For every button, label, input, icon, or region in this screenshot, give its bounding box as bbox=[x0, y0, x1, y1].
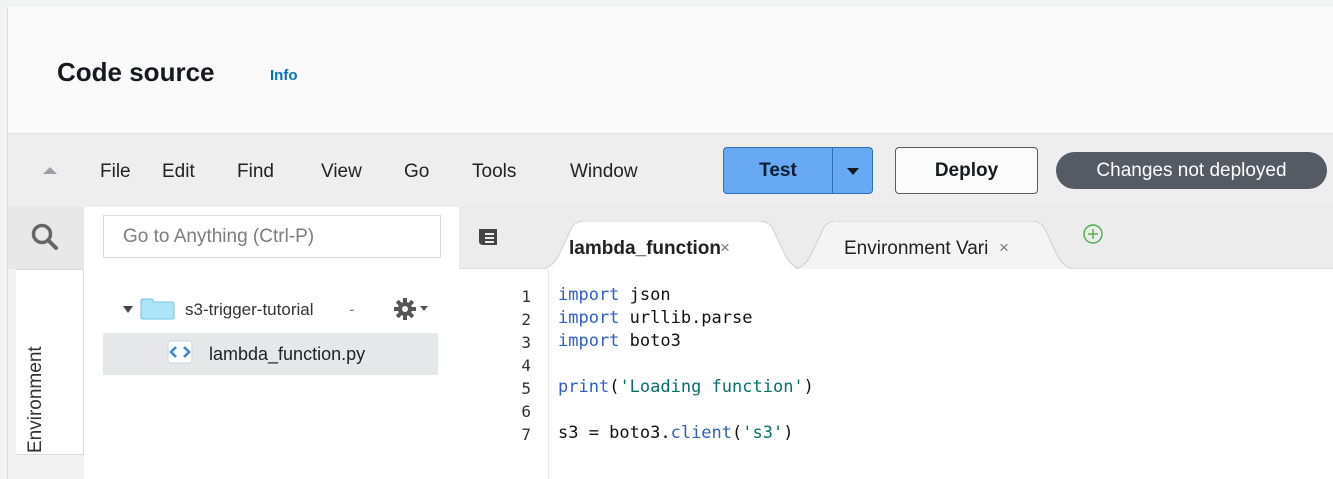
code-function: client bbox=[670, 423, 733, 443]
line-number: 4 bbox=[521, 356, 531, 375]
code-text: json bbox=[619, 285, 671, 305]
close-icon[interactable]: × bbox=[720, 238, 730, 258]
code-line: import urllib.parse bbox=[558, 308, 752, 328]
tab-environment-variables[interactable]: Environment Vari × bbox=[789, 221, 1079, 270]
line-number: 3 bbox=[521, 333, 531, 352]
menu-edit[interactable]: Edit bbox=[162, 161, 195, 183]
panel-header: Code source Info bbox=[8, 7, 1333, 133]
python-file-icon bbox=[167, 340, 193, 364]
code-keyword: import bbox=[558, 331, 620, 351]
code-string: 'Loading function' bbox=[619, 377, 804, 397]
gear-icon[interactable] bbox=[393, 297, 417, 321]
code-text: ( bbox=[732, 423, 743, 443]
code-function: print bbox=[558, 377, 610, 397]
line-number: 6 bbox=[521, 402, 531, 421]
test-button-divider bbox=[832, 148, 833, 193]
menu-find[interactable]: Find bbox=[237, 161, 274, 183]
line-number: 5 bbox=[521, 379, 531, 398]
tabs-menu-icon[interactable] bbox=[477, 227, 499, 247]
menu-view[interactable]: View bbox=[321, 161, 362, 183]
status-badge: Changes not deployed bbox=[1056, 152, 1327, 189]
code-text: s3 = boto3. bbox=[558, 423, 671, 443]
line-number-gutter: 1 2 3 4 5 6 7 bbox=[459, 269, 549, 479]
collapse-icon[interactable] bbox=[43, 167, 57, 174]
environment-tab-label: Environment bbox=[25, 346, 46, 453]
search-icon[interactable] bbox=[30, 222, 60, 252]
info-link[interactable]: Info bbox=[270, 67, 298, 84]
code-line: import json bbox=[558, 285, 671, 305]
line-number: 2 bbox=[521, 310, 531, 329]
folder-icon bbox=[140, 298, 175, 320]
line-number: 1 bbox=[521, 287, 531, 306]
file-name: lambda_function.py bbox=[209, 344, 366, 364]
folder-row[interactable]: s3-trigger-tutorial - bbox=[103, 289, 438, 331]
menu-go[interactable]: Go bbox=[404, 161, 429, 183]
left-toolbar: Environment bbox=[8, 207, 84, 479]
go-to-anything-input[interactable] bbox=[103, 215, 441, 258]
code-keyword: import bbox=[558, 308, 620, 328]
deploy-button[interactable]: Deploy bbox=[895, 147, 1038, 194]
gear-menu-caret-icon[interactable] bbox=[420, 306, 428, 311]
test-button[interactable]: Test bbox=[723, 147, 873, 194]
code-line: print('Loading function') bbox=[558, 377, 814, 397]
code-text: urllib.parse bbox=[619, 308, 753, 328]
code-text: ) bbox=[783, 423, 794, 443]
editor-tabbar: lambda_function × Environment Vari × bbox=[459, 207, 1333, 270]
environment-tab[interactable]: Environment bbox=[16, 269, 84, 455]
folder-suffix: - bbox=[349, 300, 355, 319]
menu-window[interactable]: Window bbox=[570, 161, 638, 183]
add-tab-icon[interactable] bbox=[1082, 223, 1104, 245]
code-area[interactable]: 1 2 3 4 5 6 7 import json import urllib.… bbox=[459, 269, 1333, 479]
code-text: ( bbox=[609, 377, 620, 397]
menu-file[interactable]: File bbox=[100, 161, 131, 183]
code-text: ) bbox=[803, 377, 814, 397]
folder-name: s3-trigger-tutorial bbox=[185, 300, 314, 319]
tab-lambda-function[interactable]: lambda_function × bbox=[537, 221, 807, 270]
code-keyword: import bbox=[558, 285, 620, 305]
caret-down-icon[interactable] bbox=[123, 306, 133, 313]
page-title: Code source bbox=[57, 57, 215, 87]
file-row-lambda-function[interactable]: lambda_function.py bbox=[103, 333, 438, 375]
search-toggle[interactable] bbox=[8, 207, 84, 269]
menu-tools[interactable]: Tools bbox=[472, 161, 516, 183]
tab-label: Environment Vari bbox=[844, 238, 989, 259]
code-source-panel: Code source Info File Edit Find View Go … bbox=[7, 7, 1333, 479]
tab-label: lambda_function bbox=[569, 238, 722, 259]
chevron-down-icon[interactable] bbox=[847, 168, 859, 175]
code-editor: lambda_function × Environment Vari × 1 2 bbox=[459, 207, 1333, 479]
code-line: s3 = boto3.client('s3') bbox=[558, 423, 793, 443]
line-number: 7 bbox=[521, 425, 531, 444]
file-tree-panel: s3-trigger-tutorial - bbox=[84, 207, 459, 479]
close-icon[interactable]: × bbox=[999, 238, 1009, 258]
code-text: boto3 bbox=[619, 331, 681, 351]
code-string: 's3' bbox=[742, 423, 784, 443]
ide-menubar: File Edit Find View Go Tools Window Test… bbox=[8, 133, 1333, 207]
code-line: import boto3 bbox=[558, 331, 681, 351]
test-button-label[interactable]: Test bbox=[724, 148, 832, 193]
